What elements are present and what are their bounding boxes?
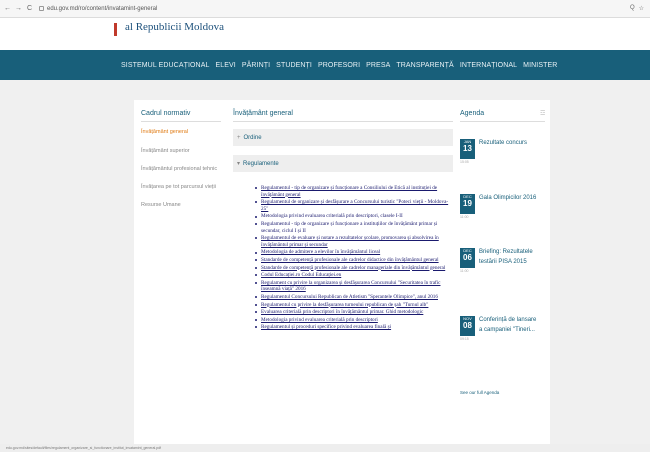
- status-url: edu.gov.md/sites/default/files/regulamen…: [6, 446, 162, 450]
- document-link[interactable]: Codul Educației.ro Codul Educației.en: [261, 272, 341, 278]
- agenda-title: Agenda: [460, 110, 485, 117]
- sidebar-item-invatamint-general[interactable]: Învățământ general: [141, 129, 188, 135]
- event-day: 13: [463, 144, 472, 153]
- site-header: [0, 18, 650, 50]
- document-link[interactable]: Regulament cu privire la organizarea și …: [261, 280, 440, 293]
- list-item[interactable]: Metodologia de admitere a elevilor în în…: [255, 249, 455, 256]
- list-item[interactable]: Standarde de competență profesionale ale…: [255, 257, 455, 264]
- list-item[interactable]: Codul Educației.ro Codul Educației.en: [255, 272, 455, 279]
- forward-icon[interactable]: →: [15, 5, 22, 12]
- site-logo-text[interactable]: al Republicii Moldova: [125, 21, 224, 33]
- document-link[interactable]: Regulamentul cu privire la desfășurarea …: [261, 302, 428, 308]
- nav-minister[interactable]: MINISTER: [523, 62, 557, 69]
- browser-actions: Q ☆: [630, 5, 644, 12]
- rss-icon[interactable]: ☲: [540, 110, 545, 117]
- expand-icon: +: [237, 134, 241, 141]
- event-date-badge: NOV 08: [460, 316, 475, 336]
- zoom-icon[interactable]: Q: [630, 5, 635, 12]
- document-link[interactable]: Regulamentul de evaluare și notare a rez…: [261, 235, 439, 248]
- document-link[interactable]: Metodologia de admitere a elevilor în în…: [261, 249, 380, 255]
- main-navigation: SISTEMUL EDUCAȚIONAL ELEVI PĂRINȚI STUDE…: [0, 50, 650, 80]
- page-info-icon[interactable]: [39, 6, 44, 11]
- event-title[interactable]: Briefing: Rezultatele testării PISA 2015: [479, 248, 539, 267]
- event-day: 08: [463, 321, 472, 330]
- accordion-ordine[interactable]: + Ordine: [233, 129, 453, 146]
- event-time: 09:15: [460, 337, 469, 341]
- event-date-badge: JAN 13: [460, 139, 475, 159]
- event-time: 11:00: [460, 269, 469, 273]
- regulamente-list: Regulamentul - tip de organizare și func…: [255, 185, 455, 332]
- agenda-divider: [460, 121, 545, 122]
- sidebar-title: Cadrul normativ: [141, 110, 191, 117]
- list-item[interactable]: Metodologia privind evaluarea criterială…: [255, 213, 455, 220]
- address-text: edu.gov.md/ro/content/invatamint-general: [47, 5, 158, 12]
- browser-toolbar: ← → C edu.gov.md/ro/content/invatamint-g…: [0, 0, 650, 18]
- list-item[interactable]: Metodologia privind evaluarea criterială…: [255, 317, 455, 324]
- nav-transparenta[interactable]: TRANSPARENȚĂ: [396, 62, 453, 69]
- collapse-icon: ▾: [237, 161, 241, 167]
- nav-profesori[interactable]: PROFESORI: [318, 62, 360, 69]
- event-title[interactable]: Rezultate concurs: [479, 139, 539, 149]
- address-bar[interactable]: edu.gov.md/ro/content/invatamint-general: [39, 6, 157, 12]
- title-divider: [233, 121, 453, 122]
- list-item[interactable]: Regulamentul Concursului Republican de A…: [255, 294, 455, 301]
- document-link[interactable]: Regulamentul - tip de organizare și func…: [261, 221, 437, 234]
- reload-icon[interactable]: C: [26, 5, 33, 12]
- accordion-regulamente[interactable]: ▾ Regulamente: [233, 155, 453, 172]
- list-item[interactable]: Regulamentul cu privire la desfășurarea …: [255, 302, 455, 309]
- accordion-label: Ordine: [243, 134, 262, 141]
- accordion-label: Regulamente: [243, 160, 279, 167]
- nav-studenti[interactable]: STUDENȚI: [276, 62, 312, 69]
- list-item[interactable]: Regulamentul de evaluare și notare a rez…: [255, 235, 455, 248]
- list-item[interactable]: Regulamentul de organizare și desfășurar…: [255, 199, 455, 212]
- star-icon[interactable]: ☆: [639, 5, 644, 12]
- event-title[interactable]: Conferință de lansare a campaniei "Tiner…: [479, 316, 539, 335]
- list-item[interactable]: Evaluarea criterială prin descriptori în…: [255, 309, 455, 316]
- document-link[interactable]: Evaluarea criterială prin descriptori în…: [261, 309, 423, 315]
- see-full-agenda-link[interactable]: See our full Agenda: [460, 390, 499, 395]
- nav-elevi[interactable]: ELEVI: [215, 62, 235, 69]
- document-link[interactable]: Standarde de competență profesionale ale…: [261, 265, 445, 271]
- nav-presa[interactable]: PRESA: [366, 62, 390, 69]
- event-date-badge: DEC 19: [460, 194, 475, 214]
- document-link[interactable]: Regulamentul Concursului Republican de A…: [261, 294, 438, 300]
- document-link[interactable]: Regulamentul - tip de organizare și func…: [261, 185, 437, 198]
- nav-parinti[interactable]: PĂRINȚI: [242, 62, 270, 69]
- sidebar-item-invatamint-superior[interactable]: Învățământ superior: [141, 148, 190, 154]
- document-link[interactable]: Regulamentul și proceduri specifice priv…: [261, 324, 391, 330]
- event-day: 19: [463, 199, 472, 208]
- back-icon[interactable]: ←: [4, 5, 11, 12]
- status-bar: edu.gov.md/sites/default/files/regulamen…: [0, 444, 650, 452]
- sidebar-item-resurse-umane[interactable]: Resurse Umane: [141, 202, 181, 208]
- event-day: 06: [463, 253, 472, 262]
- document-link[interactable]: Standarde de competență profesionale ale…: [261, 257, 439, 263]
- document-link[interactable]: Regulamentul de organizare și desfășurar…: [261, 199, 448, 212]
- page-title: Învățământ general: [233, 110, 293, 117]
- list-item[interactable]: Regulamentul - tip de organizare și func…: [255, 221, 455, 234]
- sidebar-item-profesional-tehnic[interactable]: Învățământul profesional tehnic: [141, 166, 217, 172]
- document-link[interactable]: Metodologia privind evaluarea criterială…: [261, 213, 403, 219]
- logo-mark: [114, 23, 117, 36]
- nav-sistemul-educational[interactable]: SISTEMUL EDUCAȚIONAL: [121, 62, 209, 69]
- sidebar-item-tot-parcursul-vietii[interactable]: Învățarea pe tot parcursul vieții: [141, 184, 216, 190]
- event-title[interactable]: Gala Olimpicilor 2016: [479, 194, 539, 204]
- list-item[interactable]: Standarde de competență profesionale ale…: [255, 265, 455, 272]
- list-item[interactable]: Regulamentul - tip de organizare și func…: [255, 185, 455, 198]
- nav-international[interactable]: INTERNAȚIONAL: [460, 62, 517, 69]
- list-item[interactable]: Regulamentul și proceduri specifice priv…: [255, 324, 455, 331]
- document-link[interactable]: Metodologia privind evaluarea criterială…: [261, 317, 378, 323]
- browser-nav: ← → C: [4, 5, 33, 12]
- sidebar-divider: [141, 121, 221, 122]
- event-time: 15:05: [460, 160, 469, 164]
- event-time: 11:00: [460, 215, 469, 219]
- event-date-badge: DEC 06: [460, 248, 475, 268]
- list-item[interactable]: Regulament cu privire la organizarea și …: [255, 280, 455, 293]
